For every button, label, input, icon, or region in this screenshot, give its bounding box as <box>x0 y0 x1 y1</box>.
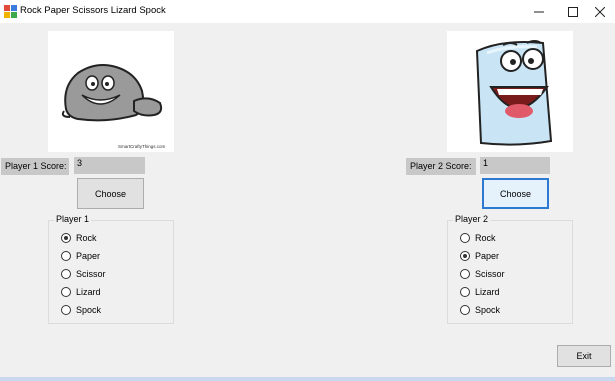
cartoon-paper-icon <box>475 40 553 146</box>
option-label: Paper <box>76 251 101 261</box>
radio-button[interactable] <box>460 233 470 243</box>
player2-option-spock[interactable]: Spock <box>460 303 500 317</box>
radio-button[interactable] <box>61 251 71 261</box>
window-title: Rock Paper Scissors Lizard Spock <box>20 5 166 16</box>
option-label: Paper <box>475 251 500 261</box>
player1-choose-button[interactable]: Choose <box>77 178 144 209</box>
radio-button[interactable] <box>460 305 470 315</box>
player2-picture <box>447 31 573 152</box>
player2-groupbox: Player 2 Rock Paper Scissor Lizard Spock <box>447 214 573 324</box>
radio-button[interactable] <box>61 269 71 279</box>
close-icon <box>595 6 605 17</box>
cartoon-rock-icon: SmartCraftyThings.com <box>61 64 166 149</box>
app-icon <box>4 5 17 18</box>
image-caption: SmartCraftyThings.com <box>118 144 166 149</box>
player1-option-lizard[interactable]: Lizard <box>61 285 101 299</box>
player1-groupbox: Player 1 Rock Paper Scissor Lizard Spock <box>48 214 174 324</box>
radio-button[interactable] <box>61 287 71 297</box>
player2-score-field[interactable]: 1 <box>480 157 550 174</box>
player2-option-rock[interactable]: Rock <box>460 231 496 245</box>
exit-button[interactable]: Exit <box>557 345 611 367</box>
option-label: Rock <box>76 233 97 243</box>
title-bar: Rock Paper Scissors Lizard Spock <box>0 0 615 23</box>
player2-score-label: Player 2 Score: <box>406 158 476 175</box>
player1-option-spock[interactable]: Spock <box>61 303 101 317</box>
minimize-button[interactable] <box>520 0 558 23</box>
radio-button[interactable] <box>61 305 71 315</box>
close-button[interactable] <box>585 0 615 23</box>
minimize-icon <box>534 11 544 12</box>
player2-option-lizard[interactable]: Lizard <box>460 285 500 299</box>
option-label: Spock <box>475 305 501 315</box>
option-label: Lizard <box>76 287 101 297</box>
player2-group-label: Player 2 <box>453 214 491 224</box>
player1-option-paper[interactable]: Paper <box>61 249 100 263</box>
radio-button[interactable] <box>61 233 71 243</box>
option-label: Lizard <box>475 287 500 297</box>
player1-group-label: Player 1 <box>54 214 92 224</box>
player2-option-paper[interactable]: Paper <box>460 249 499 263</box>
option-label: Spock <box>76 305 102 315</box>
option-label: Scissor <box>76 269 106 279</box>
player1-picture: SmartCraftyThings.com <box>48 31 174 152</box>
option-label: Rock <box>475 233 496 243</box>
radio-button[interactable] <box>460 269 470 279</box>
player2-option-scissor[interactable]: Scissor <box>460 267 505 281</box>
player1-option-rock[interactable]: Rock <box>61 231 97 245</box>
player1-option-scissor[interactable]: Scissor <box>61 267 106 281</box>
option-label: Scissor <box>475 269 505 279</box>
window-bottom-edge <box>0 377 615 381</box>
maximize-icon <box>568 6 578 17</box>
radio-button[interactable] <box>460 287 470 297</box>
player1-score-field[interactable]: 3 <box>74 157 145 174</box>
player1-score-label: Player 1 Score: <box>1 158 69 175</box>
radio-button[interactable] <box>460 251 470 261</box>
player2-choose-button[interactable]: Choose <box>482 178 549 209</box>
